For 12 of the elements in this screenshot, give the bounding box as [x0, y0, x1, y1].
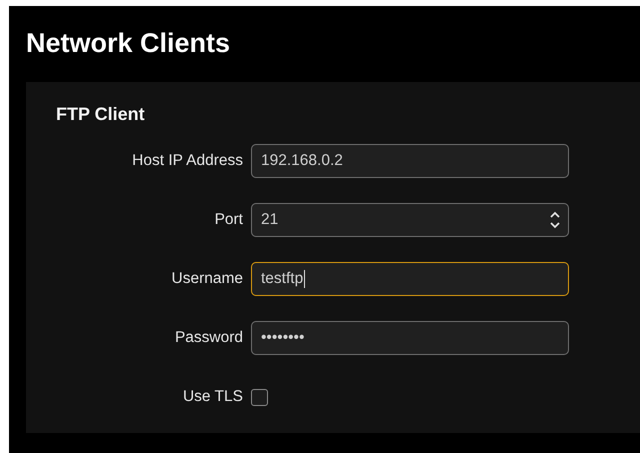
- number-field[interactable]: 21: [251, 203, 569, 237]
- field-label: Host IP Address: [132, 152, 243, 170]
- input-field[interactable]: ••••••••: [251, 321, 569, 355]
- field-label: Use TLS: [182, 388, 243, 406]
- input-field[interactable]: 192.168.0.2: [251, 144, 569, 178]
- field-label: Username: [172, 270, 243, 288]
- field-label: Password: [174, 329, 243, 347]
- input-field[interactable]: testftp: [251, 262, 569, 296]
- checkbox[interactable]: [251, 388, 268, 406]
- field-label: Port: [214, 211, 243, 229]
- section-title: FTP Client: [56, 103, 146, 126]
- page-title: Network Clients: [26, 27, 232, 60]
